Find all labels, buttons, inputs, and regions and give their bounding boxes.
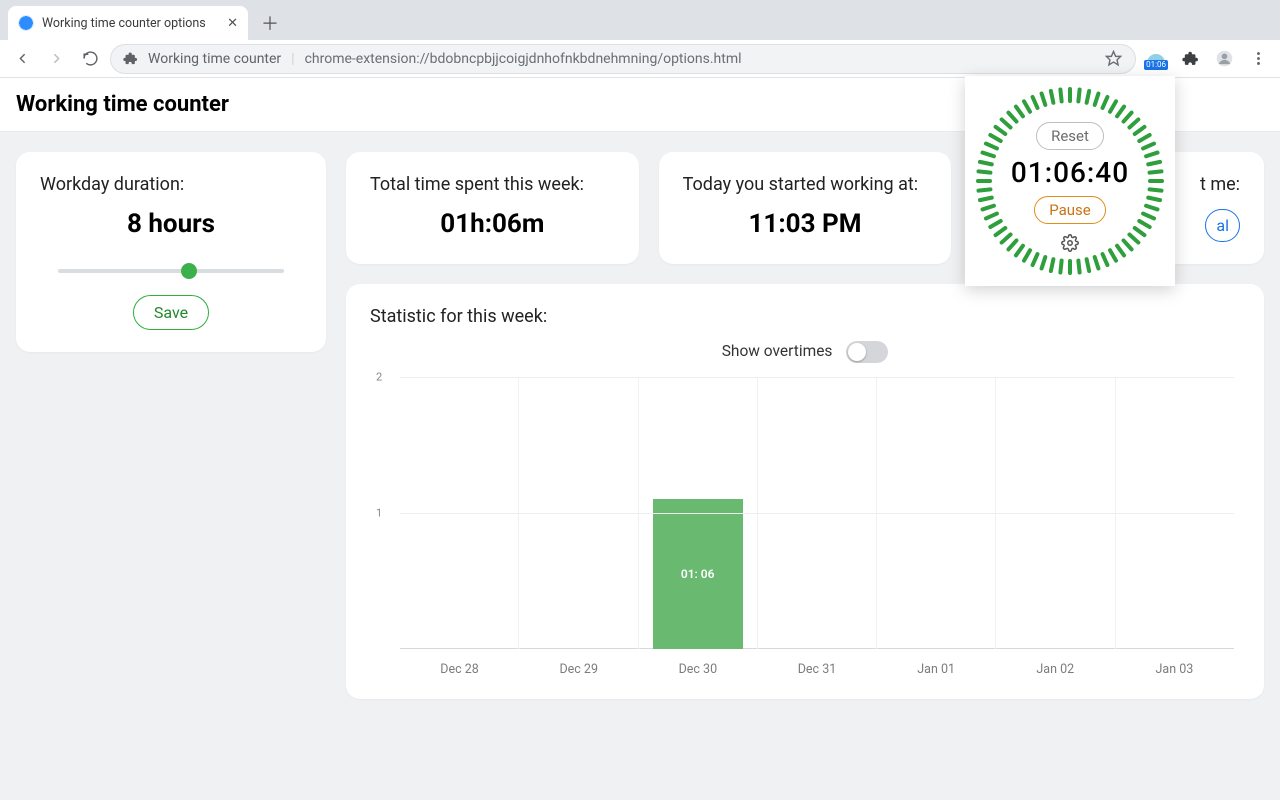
workday-label: Workday duration: xyxy=(40,174,302,195)
pause-button[interactable]: Pause xyxy=(1034,196,1106,224)
started-at-label: Today you started working at: xyxy=(683,174,928,195)
timer-popup: Reset 01:06:40 Pause xyxy=(965,76,1175,286)
x-label: Dec 31 xyxy=(757,652,876,677)
tab-favicon xyxy=(18,15,34,31)
tab-title: Working time counter options xyxy=(42,16,219,31)
forward-button[interactable] xyxy=(42,45,70,73)
total-time-value: 01h:06m xyxy=(370,209,615,239)
extension-badge[interactable]: 01:06 xyxy=(1142,45,1170,73)
save-button[interactable]: Save xyxy=(133,295,209,330)
y-tick: 2 xyxy=(376,371,382,384)
address-prefix: Working time counter xyxy=(148,51,281,67)
workday-slider[interactable] xyxy=(58,269,284,273)
timer-dial: Reset 01:06:40 Pause xyxy=(975,86,1165,276)
close-icon[interactable]: ✕ xyxy=(227,16,238,31)
browser-toolbar: Working time counter | chrome-extension:… xyxy=(0,40,1280,78)
workday-value: 8 hours xyxy=(40,209,302,239)
timer-time: 01:06:40 xyxy=(975,156,1165,189)
gridline xyxy=(400,513,1234,514)
started-at-card: Today you started working at: 11:03 PM xyxy=(659,152,952,264)
overtime-label: Show overtimes xyxy=(722,342,833,360)
bookmark-star-icon[interactable] xyxy=(1099,45,1127,73)
statistic-label: Statistic for this week: xyxy=(370,306,1240,327)
x-label: Dec 30 xyxy=(638,652,757,677)
reload-button[interactable] xyxy=(76,45,104,73)
gear-icon[interactable] xyxy=(1061,234,1079,252)
tab-strip: Working time counter options ✕ ＋ xyxy=(0,0,1280,40)
x-label: Dec 28 xyxy=(400,652,519,677)
address-bar[interactable]: Working time counter | chrome-extension:… xyxy=(110,44,1099,74)
started-at-value: 11:03 PM xyxy=(683,209,928,239)
weekly-chart: 01: 06 Dec 28Dec 29Dec 30Dec 31Jan 01Jan… xyxy=(400,377,1234,677)
gridline xyxy=(400,377,1234,378)
calendar-button[interactable]: al xyxy=(1205,209,1240,242)
statistic-card: Statistic for this week: Show overtimes … xyxy=(346,284,1264,699)
x-label: Jan 02 xyxy=(996,652,1115,677)
extensions-puzzle-icon[interactable] xyxy=(1176,45,1204,73)
extension-icon xyxy=(123,51,138,66)
back-button[interactable] xyxy=(8,45,36,73)
x-label: Dec 29 xyxy=(519,652,638,677)
extension-badge-time: 01:06 xyxy=(1144,60,1168,70)
overtime-toggle[interactable] xyxy=(846,341,888,363)
chart-bar[interactable]: 01: 06 xyxy=(653,499,743,649)
x-label: Jan 01 xyxy=(877,652,996,677)
new-tab-button[interactable]: ＋ xyxy=(256,9,284,37)
browser-tab[interactable]: Working time counter options ✕ xyxy=(8,6,248,40)
total-time-label: Total time spent this week: xyxy=(370,174,615,195)
workday-card: Workday duration: 8 hours Save xyxy=(16,152,326,352)
reset-button[interactable]: Reset xyxy=(1036,122,1104,150)
browser-menu-icon[interactable] xyxy=(1244,45,1272,73)
x-label: Jan 03 xyxy=(1115,652,1234,677)
address-url: chrome-extension://bdobncpbjjcoigjdnhofn… xyxy=(305,51,742,67)
total-time-card: Total time spent this week: 01h:06m xyxy=(346,152,639,264)
slider-thumb[interactable] xyxy=(181,263,197,279)
bar-value-label: 01: 06 xyxy=(681,567,715,581)
profile-avatar-icon[interactable] xyxy=(1210,45,1238,73)
address-separator: | xyxy=(291,51,294,67)
y-tick: 1 xyxy=(376,507,382,520)
